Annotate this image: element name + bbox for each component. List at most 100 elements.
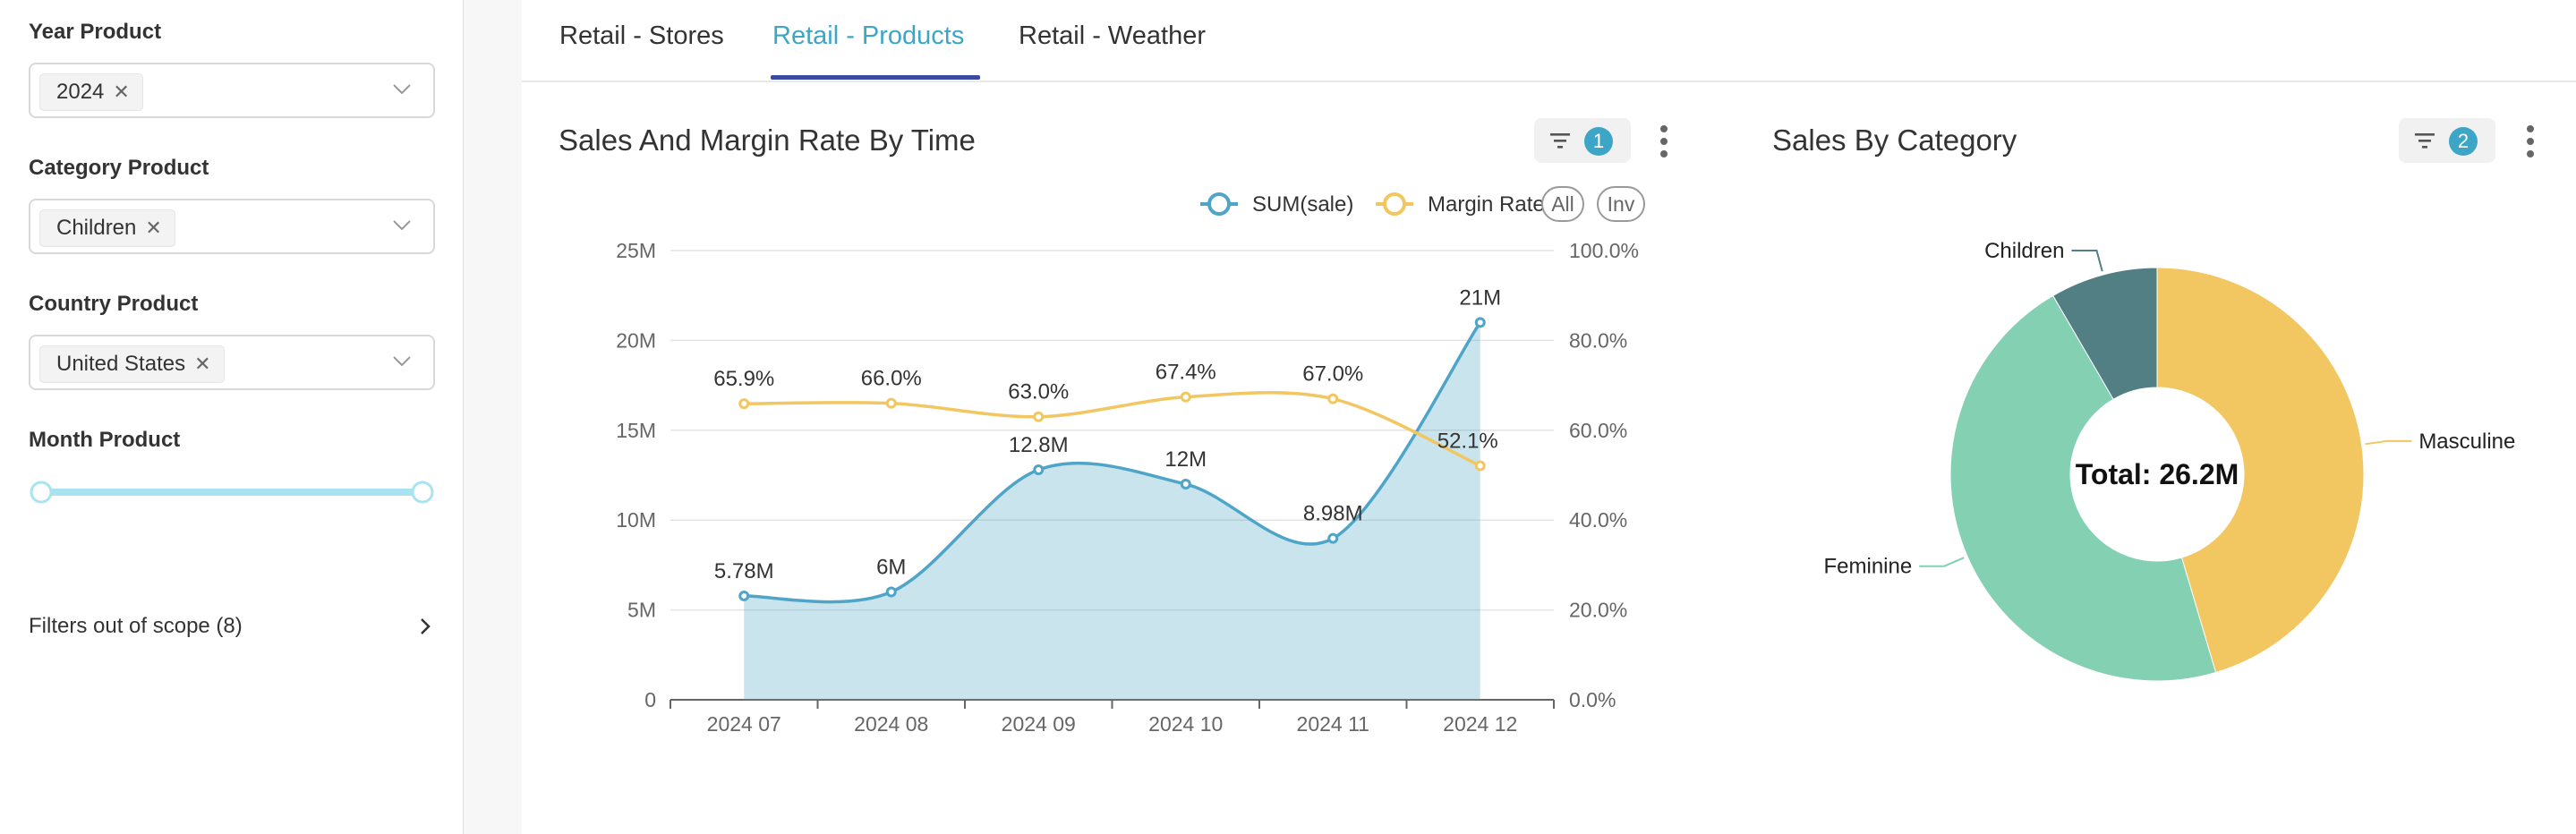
margin-rate-point	[1474, 460, 1486, 472]
legend-sales-label: SUM(sale)	[1252, 192, 1353, 217]
filters-out-of-scope-label: Filters out of scope (8)	[29, 614, 243, 638]
pie-slice-label: Feminine	[1824, 555, 1913, 579]
sales-point	[1327, 532, 1339, 544]
x-tick-label: 2024 07	[707, 712, 781, 736]
category-tag: Children ✕	[39, 209, 175, 247]
x-tick-label: 2024 10	[1148, 712, 1223, 736]
y-right-tick-label: 0.0%	[1569, 688, 1616, 711]
more-options-icon[interactable]	[1653, 122, 1675, 161]
margin-rate-point	[1180, 391, 1191, 403]
margin-rate-data-label: 66.0%	[861, 367, 922, 391]
dashboard-gutter	[465, 0, 522, 834]
filter-indicator-button[interactable]: 2	[2399, 118, 2495, 163]
margin-rate-point	[1327, 393, 1339, 404]
tab-retail-weather[interactable]: Retail - Weather	[1019, 21, 1206, 51]
tab-retail-products[interactable]: Retail - Products	[772, 21, 964, 51]
close-icon[interactable]: ✕	[113, 81, 129, 104]
margin-rate-line	[744, 390, 1481, 468]
filter-icon	[2415, 133, 2435, 149]
sales-point	[885, 586, 897, 598]
sales-data-label: 8.98M	[1303, 502, 1363, 526]
active-tab-indicator	[771, 75, 980, 80]
x-tick-label: 2024 09	[1002, 712, 1076, 736]
sales-margin-chart-title: Sales And Margin Rate By Time	[559, 123, 976, 157]
margin-rate-data-label: 65.9%	[713, 367, 774, 391]
filter-label-year: Year Product	[29, 20, 162, 44]
x-tick-label: 2024 08	[854, 712, 928, 736]
margin-rate-data-label: 63.0%	[1008, 380, 1069, 404]
filter-label-month: Month Product	[29, 428, 181, 452]
dashboard-tabs: Retail - Stores Retail - Products Retail…	[522, 0, 2576, 82]
y-right-tick-label: 20.0%	[1569, 599, 1627, 622]
dashboard-main: Retail - Stores Retail - Products Retail…	[522, 0, 2576, 834]
margin-rate-data-label: 67.4%	[1156, 361, 1216, 385]
year-tag: 2024 ✕	[39, 73, 143, 111]
chevron-down-icon[interactable]	[390, 349, 414, 372]
filter-icon	[1550, 133, 1570, 149]
pie-label-leader	[2365, 439, 2412, 446]
category-tag-label: Children	[56, 216, 137, 240]
y-left-tick-label: 25M	[616, 239, 656, 262]
margin-rate-data-label: 52.1%	[1437, 429, 1498, 453]
margin-rate-point	[1033, 411, 1045, 422]
sales-area-fill	[744, 322, 1480, 700]
y-right-tick-label: 80.0%	[1569, 328, 1627, 352]
margin-rate-data-label: 67.0%	[1302, 362, 1363, 387]
y-right-tick-label: 60.0%	[1569, 419, 1627, 442]
filter-indicator-button[interactable]: 1	[1534, 118, 1631, 163]
more-options-icon[interactable]	[2520, 122, 2541, 161]
sales-point	[1180, 479, 1191, 490]
sales-data-label: 5.78M	[714, 559, 774, 583]
y-left-tick-label: 10M	[616, 508, 656, 532]
filter-count-badge: 1	[1584, 127, 1613, 156]
month-range-slider[interactable]	[29, 474, 435, 510]
filter-label-category: Category Product	[29, 156, 209, 180]
y-left-tick-label: 20M	[616, 328, 656, 352]
y-left-tick-label: 15M	[616, 419, 656, 442]
year-tag-label: 2024	[56, 80, 105, 104]
close-icon[interactable]: ✕	[194, 353, 210, 376]
sales-data-label: 12.8M	[1009, 433, 1069, 457]
sales-point	[738, 590, 750, 601]
country-tag: United States ✕	[39, 345, 225, 383]
y-left-tick-label: 5M	[627, 599, 656, 622]
y-right-tick-label: 100.0%	[1569, 239, 1639, 262]
filter-count-badge: 2	[2449, 127, 2478, 156]
chevron-down-icon[interactable]	[390, 213, 414, 236]
tab-retail-stores[interactable]: Retail - Stores	[559, 21, 724, 51]
sales-point	[1033, 464, 1045, 475]
x-tick-label: 2024 12	[1443, 712, 1517, 736]
legend-toggle-label: All	[1551, 192, 1574, 216]
chevron-down-icon[interactable]	[390, 77, 414, 100]
margin-rate-point	[885, 397, 897, 409]
country-select[interactable]: United States ✕	[29, 335, 435, 390]
legend-toggle-label: Inv	[1608, 192, 1635, 216]
x-tick-label: 2024 11	[1297, 712, 1369, 736]
y-right-tick-label: 40.0%	[1569, 508, 1627, 532]
legend-margin-marker	[1383, 192, 1406, 216]
margin-rate-point	[738, 398, 750, 410]
close-icon[interactable]: ✕	[145, 217, 161, 240]
sales-data-label: 12M	[1164, 447, 1207, 472]
y-left-tick-label: 0	[644, 688, 656, 711]
legend-margin-label: Margin Rate	[1428, 192, 1545, 217]
pie-center-total: Total: 26.2M	[2076, 458, 2239, 490]
pie-slice-label: Masculine	[2418, 430, 2515, 454]
sales-point	[1474, 317, 1486, 328]
sales-data-label: 6M	[876, 556, 906, 580]
slider-handle-start[interactable]	[30, 481, 53, 504]
legend-sales-marker	[1207, 192, 1231, 216]
chevron-right-icon	[421, 618, 431, 634]
sales-category-chart: Masculine Feminine Children Total: 26.2M	[1824, 239, 2515, 682]
pie-label-leader	[2071, 249, 2103, 272]
year-select[interactable]: 2024 ✕	[29, 63, 435, 118]
country-tag-label: United States	[56, 352, 186, 376]
filters-out-of-scope[interactable]: Filters out of scope (8)	[29, 608, 435, 644]
sales-category-chart-title: Sales By Category	[1772, 123, 2017, 157]
pie-label-leader	[1919, 557, 1965, 567]
slider-handle-end[interactable]	[411, 481, 434, 504]
filter-sidebar: Year Product 2024 ✕ Category Product Chi…	[0, 0, 464, 834]
category-select[interactable]: Children ✕	[29, 199, 435, 254]
sales-data-label: 21M	[1459, 285, 1501, 310]
slider-track	[41, 489, 422, 496]
